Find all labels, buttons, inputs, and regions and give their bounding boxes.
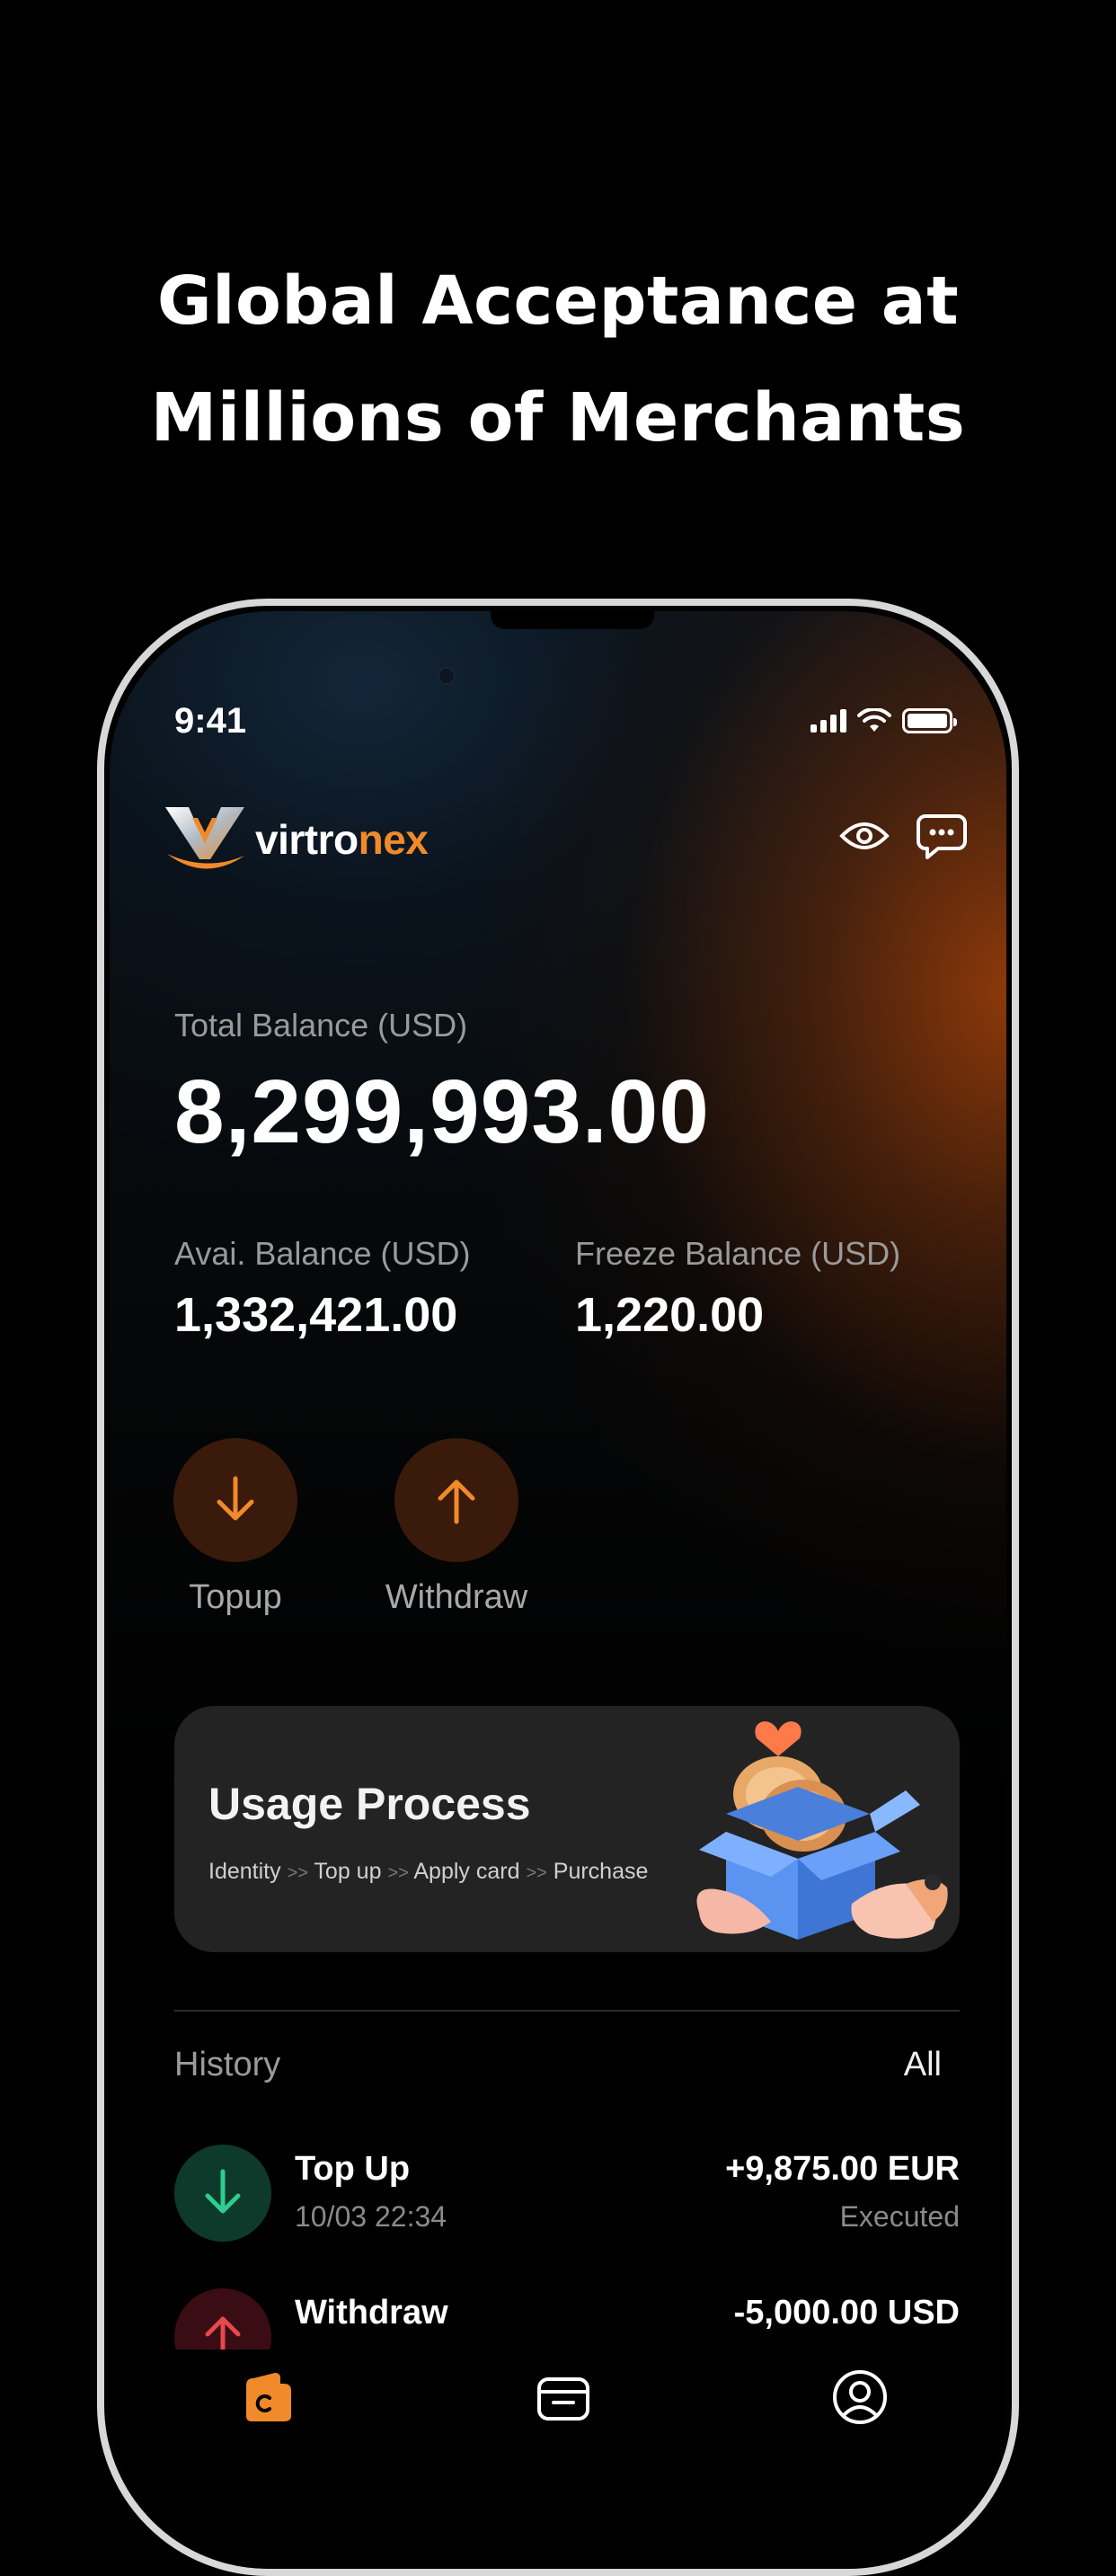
- history-item-name: Top Up: [295, 2150, 411, 2188]
- headline-line-2: Millions of Merchants: [150, 379, 966, 457]
- history-item-amount: +9,875.00 EUR: [725, 2150, 960, 2188]
- topup-circle: [173, 1438, 297, 1562]
- logo-v-icon: [165, 807, 244, 869]
- usage-title: Usage Process: [208, 1779, 531, 1829]
- brand-name: virtronex: [255, 815, 429, 864]
- notch: [491, 611, 654, 629]
- usage-process-card[interactable]: Usage Process Identity >> Top up >> Appl…: [174, 1706, 960, 1952]
- history-label: History: [174, 2046, 281, 2083]
- tab-wallet[interactable]: [235, 2366, 298, 2429]
- available-balance-value: 1,332,421.00: [174, 1288, 458, 1342]
- chat-icon: [917, 814, 967, 859]
- signal-icon: [810, 709, 846, 733]
- eye-icon: [839, 822, 890, 849]
- phone-frame: 9:41 virtronex Total Balance (USD) 8,299…: [97, 599, 1019, 2576]
- history-item-amount: -5,000.00 USD: [733, 2294, 960, 2332]
- arrow-down-icon: [217, 1476, 254, 1521]
- topup-label: Topup: [189, 1578, 282, 1616]
- arrow-down-icon: [205, 2169, 241, 2214]
- withdraw-label: Withdraw: [385, 1578, 528, 1616]
- withdraw-circle: [394, 1438, 518, 1562]
- wifi-icon: [857, 708, 891, 732]
- total-balance-value: 8,299,993.00: [174, 1061, 710, 1162]
- brand-name-part1: virtro: [255, 816, 359, 863]
- tab-cards[interactable]: [532, 2366, 595, 2429]
- bottom-tab-bar: [110, 2351, 1006, 2531]
- usage-step: Apply card: [413, 1859, 520, 1884]
- withdraw-history-icon: [174, 2288, 271, 2349]
- history-divider: [174, 2010, 960, 2012]
- usage-step-separator: >>: [387, 1863, 409, 1883]
- headline: Global Acceptance at Millions of Merchan…: [0, 243, 1116, 476]
- app-screen: 9:41 virtronex Total Balance (USD) 8,299…: [110, 611, 1006, 2569]
- history-all-link[interactable]: All: [904, 2046, 942, 2084]
- topup-history-icon: [174, 2145, 271, 2242]
- chat-support-button[interactable]: [915, 809, 969, 863]
- gift-box-illustration: $: [696, 1721, 948, 1940]
- arrow-up-icon: [205, 2316, 241, 2349]
- brand-name-part2: nex: [358, 816, 429, 863]
- brand-logo: virtronex: [162, 802, 429, 877]
- freeze-balance-value: 1,220.00: [575, 1288, 765, 1342]
- history-item-withdraw[interactable]: Withdraw -5,000.00 USD: [174, 2288, 960, 2349]
- usage-step-separator: >>: [526, 1863, 547, 1883]
- withdraw-button[interactable]: Withdraw: [367, 1438, 546, 1617]
- status-icons: [810, 708, 957, 733]
- history-item-date: 10/03 22:34: [295, 2200, 447, 2233]
- total-balance-label: Total Balance (USD): [174, 1007, 468, 1044]
- profile-icon: [833, 2370, 887, 2424]
- status-time: 9:41: [174, 701, 247, 741]
- usage-step-separator: >>: [287, 1863, 308, 1883]
- history-item-topup[interactable]: Top Up 10/03 22:34 +9,875.00 EUR Execute…: [174, 2145, 960, 2243]
- top-actions: [837, 809, 969, 863]
- usage-steps: Identity >> Top up >> Apply card >> Purc…: [208, 1859, 648, 1885]
- arrow-up-icon: [438, 1479, 475, 1524]
- usage-step: Top up: [314, 1859, 382, 1884]
- tab-profile[interactable]: [828, 2366, 891, 2429]
- available-balance-label: Avai. Balance (USD): [174, 1235, 471, 1272]
- card-icon: [537, 2377, 589, 2421]
- history-item-status: Executed: [839, 2200, 960, 2233]
- camera-dot: [438, 667, 456, 685]
- wallet-icon: [246, 2373, 291, 2421]
- headline-line-1: Global Acceptance at: [156, 262, 960, 340]
- toggle-visibility-button[interactable]: [837, 809, 891, 863]
- history-list: Top Up 10/03 22:34 +9,875.00 EUR Execute…: [110, 2139, 1006, 2349]
- topup-button[interactable]: Topup: [146, 1438, 325, 1617]
- freeze-balance-label: Freeze Balance (USD): [575, 1235, 901, 1272]
- history-item-name: Withdraw: [295, 2294, 448, 2332]
- usage-step: Identity: [208, 1859, 281, 1884]
- battery-icon: [902, 708, 957, 733]
- usage-step: Purchase: [553, 1859, 649, 1884]
